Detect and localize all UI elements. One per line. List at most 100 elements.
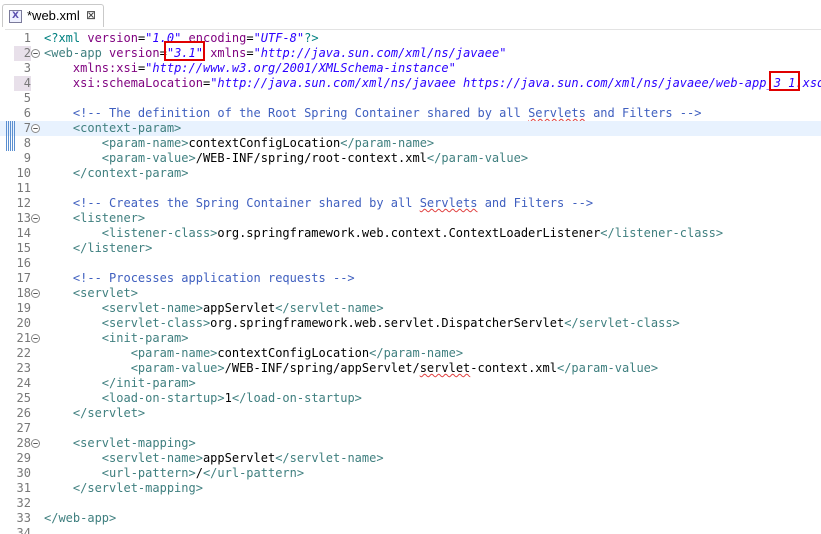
code-token: contextConfigLocation bbox=[217, 346, 370, 360]
code-token: <!-- Processes application requests --> bbox=[44, 271, 355, 285]
code-token: org.springframework.web.context.ContextL… bbox=[217, 226, 601, 240]
code-line[interactable]: 29 <servlet-name>appServlet</servlet-nam… bbox=[0, 451, 821, 466]
code-token: appServlet bbox=[202, 301, 276, 315]
code-token: org.springframework.web.servlet.Dispatch… bbox=[210, 316, 565, 330]
line-number: 23 bbox=[16, 361, 31, 375]
code-line[interactable]: 5 bbox=[0, 91, 821, 106]
line-number: 14 bbox=[16, 226, 31, 240]
code-line[interactable]: 33 </web-app> bbox=[0, 511, 821, 526]
code-token: = bbox=[246, 46, 254, 60]
code-token: version bbox=[109, 46, 160, 60]
fold-toggle-icon[interactable] bbox=[31, 124, 40, 133]
fold-toggle-icon[interactable] bbox=[31, 439, 40, 448]
code-token: <context-param> bbox=[72, 121, 182, 135]
code-line[interactable]: 13 <listener> bbox=[0, 211, 821, 226]
fold-toggle-icon[interactable] bbox=[31, 49, 40, 58]
code-line[interactable]: 6 <!-- The definition of the Root Spring… bbox=[0, 106, 821, 121]
code-line[interactable]: 12 <!-- Creates the Spring Container sha… bbox=[0, 196, 821, 211]
code-text: </servlet-mapping> bbox=[44, 481, 203, 496]
line-number: 6 bbox=[23, 106, 31, 120]
tab-title: *web.xml bbox=[27, 8, 80, 23]
editor-tab-bar: X *web.xml ⊠ bbox=[0, 0, 821, 30]
code-token: <servlet-class> bbox=[101, 316, 211, 330]
code-line[interactable]: 9 <param-value>/WEB-INF/spring/root-cont… bbox=[0, 151, 821, 166]
code-line[interactable]: 14 <listener-class>org.springframework.w… bbox=[0, 226, 821, 241]
code-line[interactable]: 2 <web-app version="3.1" xmlns="http://ja… bbox=[0, 46, 821, 61]
code-line[interactable]: 1 <?xml version="1.0" encoding="UTF-8"?> bbox=[0, 31, 821, 46]
fold-toggle-icon[interactable] bbox=[31, 334, 40, 343]
fold-toggle-icon[interactable] bbox=[31, 289, 40, 298]
code-text: <param-name>contextConfigLocation</param… bbox=[44, 346, 463, 361]
line-number: 12 bbox=[16, 196, 31, 210]
code-line[interactable]: 8 <param-name>contextConfigLocation</par… bbox=[0, 136, 821, 151]
code-line[interactable]: 26 </servlet> bbox=[0, 406, 821, 421]
code-text: <servlet-mapping> bbox=[44, 436, 196, 451]
code-text: <listener-class>org.springframework.web.… bbox=[44, 226, 723, 241]
code-token: <param-value> bbox=[101, 151, 196, 165]
code-line[interactable]: 18 <servlet> bbox=[0, 286, 821, 301]
code-token: <listener-class> bbox=[101, 226, 218, 240]
code-token: version bbox=[87, 31, 138, 45]
line-number: 11 bbox=[16, 181, 31, 195]
code-token: </param-value> bbox=[556, 361, 659, 375]
code-token: contextConfigLocation bbox=[188, 136, 341, 150]
fold-toggle-icon[interactable] bbox=[31, 214, 40, 223]
code-line[interactable]: 21 <init-param> bbox=[0, 331, 821, 346]
code-line[interactable]: 25 <load-on-startup>1</load-on-startup> bbox=[0, 391, 821, 406]
code-line[interactable]: 7 <context-param> bbox=[0, 121, 821, 136]
code-line[interactable]: 28 <servlet-mapping> bbox=[0, 436, 821, 451]
code-token: </servlet-name> bbox=[275, 451, 384, 465]
code-line[interactable]: 22 <param-name>contextConfigLocation</pa… bbox=[0, 346, 821, 361]
line-number: 20 bbox=[16, 316, 31, 330]
line-number: 16 bbox=[16, 256, 31, 270]
code-text: </web-app> bbox=[44, 511, 116, 526]
code-line[interactable]: 16 bbox=[0, 256, 821, 271]
line-number: 1 bbox=[23, 31, 31, 45]
tab-web-xml[interactable]: X *web.xml ⊠ bbox=[2, 4, 104, 27]
code-text: <servlet-name>appServlet</servlet-name> bbox=[44, 301, 384, 316]
code-line[interactable]: 10 </context-param> bbox=[0, 166, 821, 181]
line-number: 2 bbox=[14, 46, 31, 61]
code-text: xmlns:xsi="http://www.w3.org/2001/XMLSch… bbox=[44, 61, 456, 76]
code-line[interactable]: 23 <param-value>/WEB-INF/spring/appServl… bbox=[0, 361, 821, 376]
line-number: 15 bbox=[16, 241, 31, 255]
code-token: </servlet-name> bbox=[275, 301, 384, 315]
code-token: -context.xml bbox=[470, 361, 557, 375]
code-line[interactable]: 34 bbox=[0, 526, 821, 534]
change-marker bbox=[6, 121, 16, 151]
code-token: "http://java.sun.com/xml/ns/javaee https… bbox=[210, 76, 821, 90]
code-token: and Filters --> bbox=[477, 196, 594, 210]
close-icon[interactable]: ⊠ bbox=[86, 8, 96, 22]
code-token: <init-param> bbox=[101, 331, 189, 345]
code-token: </servlet> bbox=[72, 406, 146, 420]
code-line[interactable]: 19 <servlet-name>appServlet</servlet-nam… bbox=[0, 301, 821, 316]
code-token: <servlet-mapping> bbox=[72, 436, 196, 450]
code-token: </listener-class> bbox=[600, 226, 724, 240]
code-token: </param-name> bbox=[369, 346, 464, 360]
code-line[interactable]: 30 <url-pattern>/</url-pattern> bbox=[0, 466, 821, 481]
code-line[interactable]: 32 bbox=[0, 496, 821, 511]
code-line[interactable]: 24 </init-param> bbox=[0, 376, 821, 391]
code-line[interactable]: 17 <!-- Processes application requests -… bbox=[0, 271, 821, 286]
code-text: <!-- Creates the Spring Container shared… bbox=[44, 196, 593, 211]
code-line[interactable]: 3 xmlns:xsi="http://www.w3.org/2001/XMLS… bbox=[0, 61, 821, 76]
code-line[interactable]: 11 bbox=[0, 181, 821, 196]
code-text: <!-- The definition of the Root Spring C… bbox=[44, 106, 702, 121]
version-highlight-box bbox=[163, 41, 205, 61]
code-text: <init-param> bbox=[44, 331, 189, 346]
code-text: </servlet> bbox=[44, 406, 145, 421]
code-token: ?> bbox=[304, 31, 319, 45]
code-line[interactable]: 27 bbox=[0, 421, 821, 436]
line-number: 17 bbox=[16, 271, 31, 285]
code-line[interactable]: 20 <servlet-class>org.springframework.we… bbox=[0, 316, 821, 331]
code-line[interactable]: 4 xsi:schemaLocation="http://java.sun.co… bbox=[0, 76, 821, 91]
code-line[interactable]: 31 </servlet-mapping> bbox=[0, 481, 821, 496]
code-line[interactable]: 15 </listener> bbox=[0, 241, 821, 256]
code-editor[interactable]: 1 <?xml version="1.0" encoding="UTF-8"?> 2… bbox=[0, 29, 821, 534]
